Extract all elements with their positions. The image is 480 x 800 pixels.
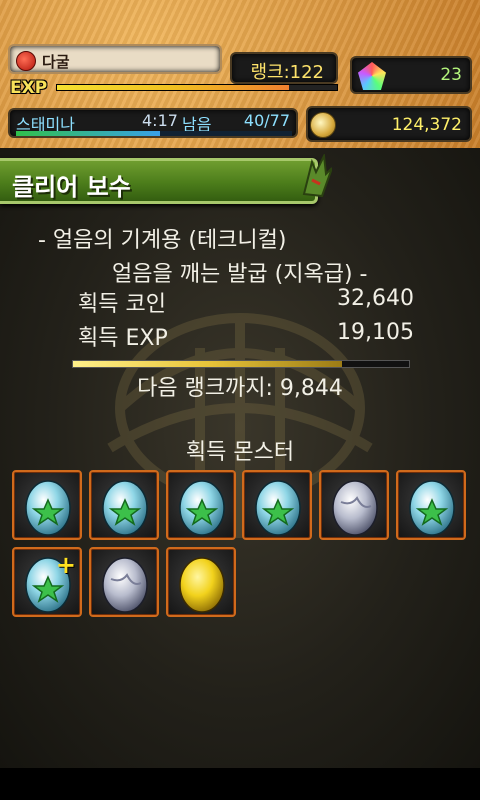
obtained-monsters-header: 획득 몬스터 bbox=[185, 440, 295, 465]
player-name: 다굴 bbox=[42, 53, 70, 71]
coin-icon bbox=[310, 112, 336, 138]
reward-title: 클리어 보수 bbox=[12, 173, 131, 201]
player-name-panel[interactable]: 다굴 bbox=[8, 44, 222, 74]
gold-egg-icon bbox=[179, 557, 225, 613]
silver-egg-icon bbox=[332, 480, 378, 536]
monster-slot[interactable] bbox=[319, 470, 389, 540]
monster-slot[interactable] bbox=[12, 470, 82, 540]
blue-star-egg-icon bbox=[102, 480, 148, 536]
monster-slot[interactable] bbox=[166, 470, 236, 540]
exp-reward-value: 19,105 bbox=[337, 320, 414, 345]
bottom-bar bbox=[0, 768, 480, 800]
coin-reward-value: 32,640 bbox=[337, 286, 414, 311]
player-attribute-icon bbox=[16, 51, 36, 71]
status-header: 다굴 랭크:122 EXP 23 스태미나 4:17 남음 40/77 124,… bbox=[0, 0, 480, 148]
stamina-bar bbox=[16, 131, 292, 136]
coin-reward-label: 획득 코인 bbox=[78, 292, 166, 317]
exp-bar-fill bbox=[57, 85, 290, 90]
clear-reward-screen[interactable]: 클리어 보수 - 얼음의 기계용 (테크니컬) 얼음을 깨는 발굽 (지옥급) … bbox=[0, 148, 480, 768]
next-rank-text: 다음 랭크까지: 9,844 bbox=[137, 376, 343, 401]
floor-name: 얼음을 깨는 발굽 (지옥급) - bbox=[112, 262, 368, 287]
monster-slot[interactable] bbox=[242, 470, 312, 540]
stamina-value: 40/77 bbox=[243, 111, 290, 130]
blue-star-egg-icon bbox=[25, 480, 71, 536]
exp-reward-label: 획득 EXP bbox=[78, 326, 168, 351]
coin-count: 124,372 bbox=[391, 115, 462, 135]
blue-star-egg-icon bbox=[179, 480, 225, 536]
silver-egg-icon bbox=[102, 557, 148, 613]
plus-bonus-icon: + bbox=[55, 551, 76, 579]
monster-slot[interactable] bbox=[396, 470, 466, 540]
magic-stone-panel[interactable]: 23 bbox=[350, 56, 472, 94]
next-rank-bar bbox=[72, 360, 410, 368]
reward-title-banner: 클리어 보수 bbox=[0, 158, 318, 204]
stamina-panel: 스태미나 4:17 남음 40/77 bbox=[8, 108, 298, 138]
rank-label: 랭크:122 bbox=[250, 62, 324, 83]
dungeon-name: - 얼음의 기계용 (테크니컬) bbox=[38, 228, 287, 253]
stamina-timer: 4:17 bbox=[142, 111, 178, 130]
exp-label: EXP bbox=[10, 78, 48, 98]
magic-stone-icon bbox=[358, 62, 386, 90]
magic-stone-count: 23 bbox=[440, 65, 462, 85]
monster-slot[interactable] bbox=[89, 470, 159, 540]
monster-slot[interactable]: + bbox=[12, 547, 82, 617]
blue-star-egg-icon bbox=[255, 480, 301, 536]
monster-slot[interactable] bbox=[89, 547, 159, 617]
stamina-bar-fill bbox=[16, 131, 160, 136]
next-rank-bar-fill bbox=[73, 361, 342, 367]
monster-slot[interactable] bbox=[166, 547, 236, 617]
rank-panel: 랭크:122 bbox=[230, 52, 338, 84]
coin-panel: 124,372 bbox=[306, 106, 472, 142]
exp-bar bbox=[56, 84, 338, 91]
dragon-wing-icon bbox=[302, 154, 332, 198]
blue-star-egg-icon bbox=[409, 480, 455, 536]
